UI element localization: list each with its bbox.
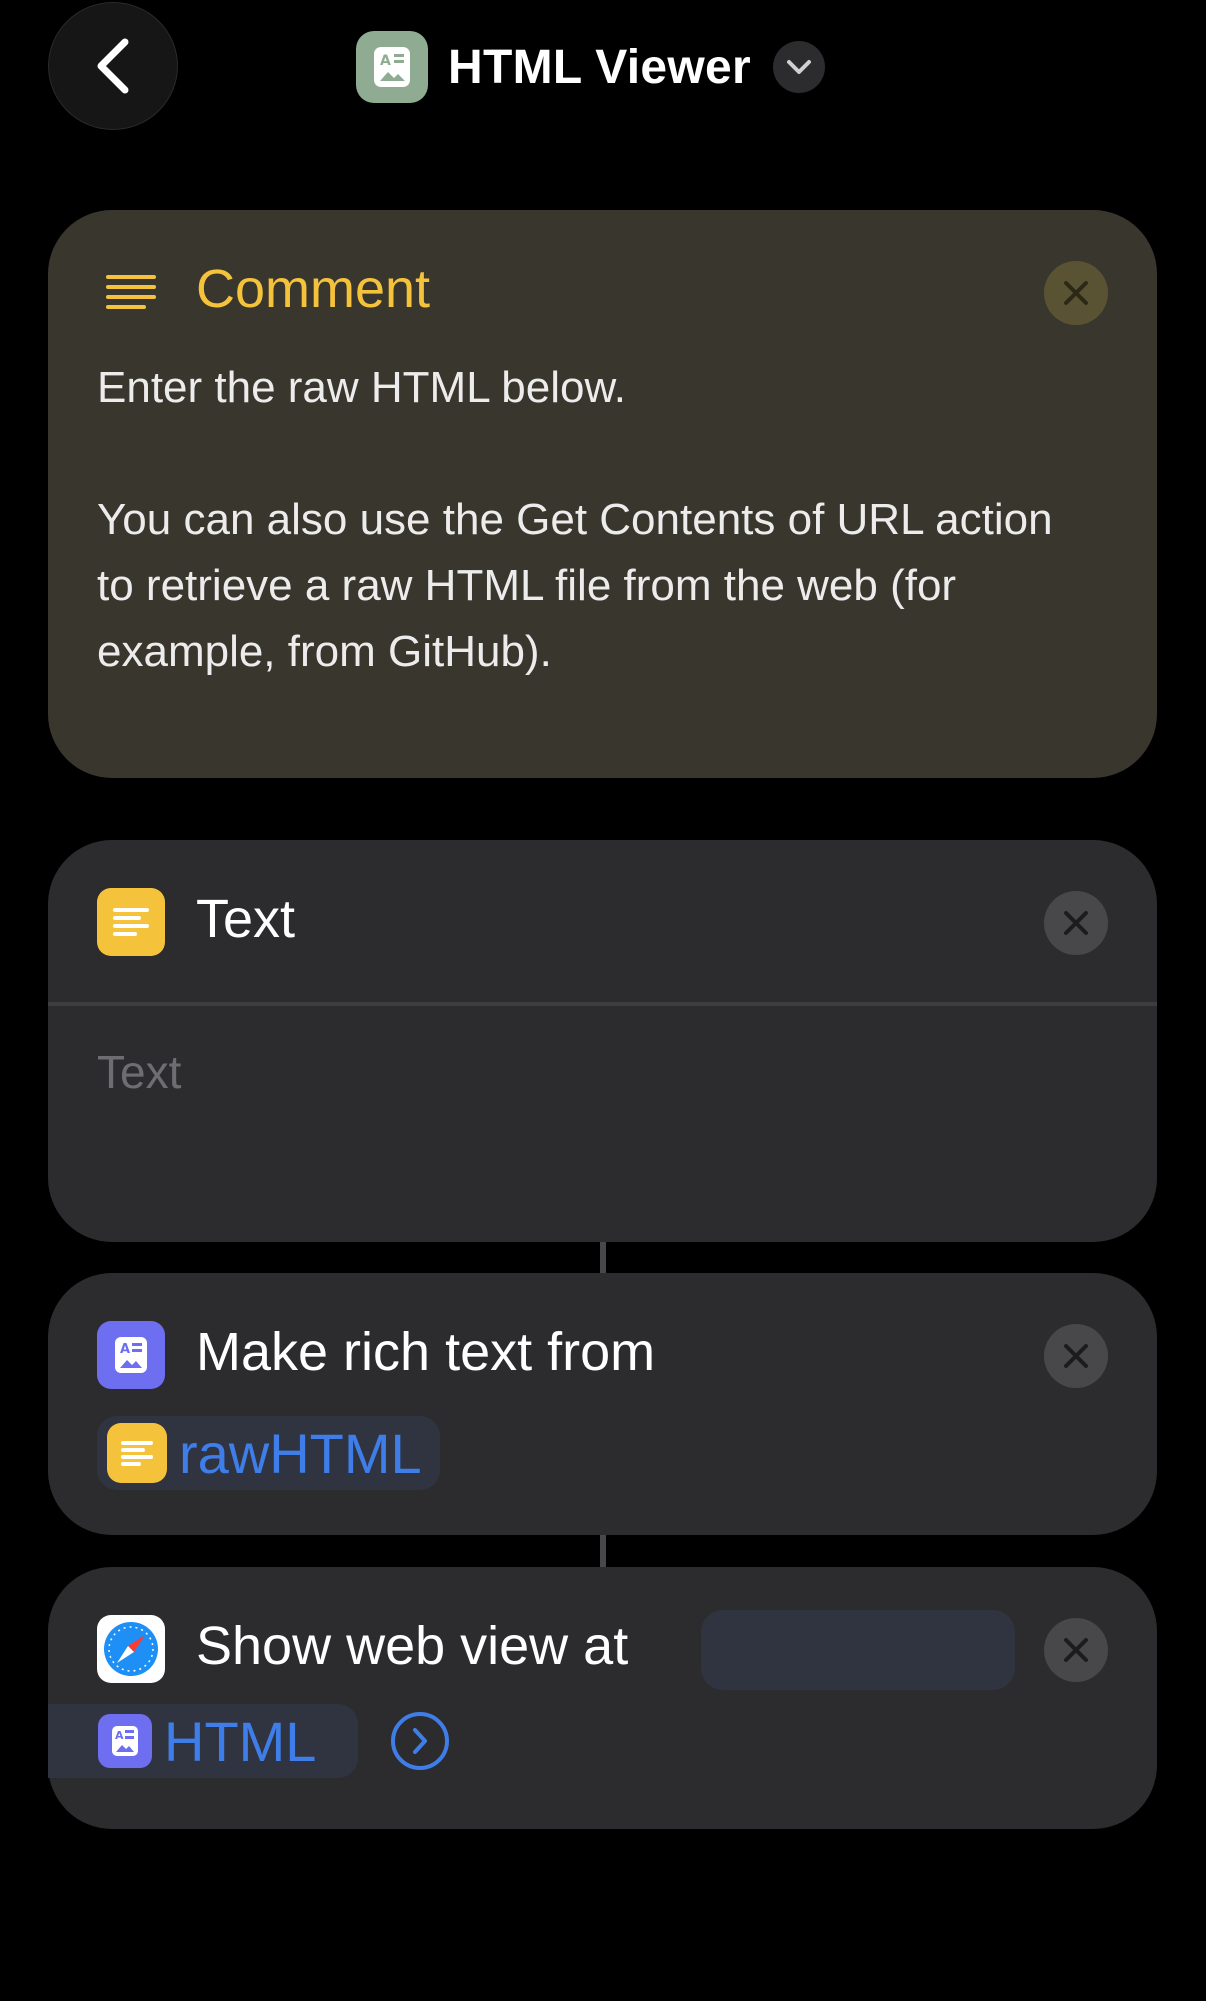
close-icon: [1064, 911, 1088, 935]
html-variable-token[interactable]: A HTML: [48, 1704, 358, 1778]
chevron-left-icon: [97, 38, 129, 94]
remove-comment-button[interactable]: [1044, 261, 1108, 325]
remove-text-action-button[interactable]: [1044, 891, 1108, 955]
divider: [48, 1002, 1157, 1006]
text-action-card[interactable]: Text Text: [48, 840, 1157, 1242]
text-lines-icon: [97, 888, 165, 956]
svg-text:A: A: [120, 1342, 130, 1357]
document-image-icon: A: [97, 1321, 165, 1389]
text-lines-icon: [107, 1423, 167, 1483]
comment-paragraph: Enter the raw HTML below.: [97, 363, 627, 412]
lines-icon: [104, 273, 158, 320]
back-button[interactable]: [48, 2, 178, 130]
comment-title: Comment: [196, 259, 431, 319]
remove-rich-text-action-button[interactable]: [1044, 1324, 1108, 1388]
shortcut-title-menu[interactable]: A HTML Viewer: [356, 28, 825, 106]
close-icon: [1064, 1638, 1088, 1662]
comment-text[interactable]: Enter the raw HTML below. You can also u…: [97, 355, 1097, 685]
chevron-right-circle-icon[interactable]: [391, 1712, 449, 1770]
chevron-down-icon[interactable]: [772, 41, 825, 93]
svg-text:A: A: [115, 1729, 124, 1742]
rawhtml-variable-token[interactable]: rawHTML: [97, 1416, 440, 1490]
action-connector: [600, 1242, 606, 1273]
show-web-view-title: Show web view at: [196, 1616, 629, 1676]
close-icon: [1064, 281, 1088, 305]
text-input[interactable]: Text: [97, 1045, 181, 1099]
shortcut-title: HTML Viewer: [448, 40, 751, 94]
remove-web-view-action-button[interactable]: [1044, 1618, 1108, 1682]
comment-card[interactable]: Comment Enter the raw HTML below. You ca…: [48, 210, 1157, 778]
show-web-view-action-card[interactable]: Show web view at A HTML: [48, 1567, 1157, 1829]
svg-text:A: A: [380, 53, 391, 69]
web-view-url-field[interactable]: [701, 1610, 1015, 1690]
make-rich-text-action-card[interactable]: A Make rich text from rawHTML: [48, 1273, 1157, 1535]
comment-paragraph: You can also use the Get Contents of URL…: [97, 495, 1053, 676]
make-rich-text-title: Make rich text from: [196, 1322, 656, 1382]
variable-label: HTML: [164, 1709, 317, 1773]
variable-label: rawHTML: [179, 1421, 422, 1485]
close-icon: [1064, 1344, 1088, 1368]
safari-compass-icon: [97, 1615, 165, 1683]
document-image-icon: A: [98, 1714, 152, 1768]
text-action-title: Text: [196, 889, 296, 949]
action-connector: [600, 1535, 606, 1567]
document-image-icon: A: [356, 31, 428, 103]
